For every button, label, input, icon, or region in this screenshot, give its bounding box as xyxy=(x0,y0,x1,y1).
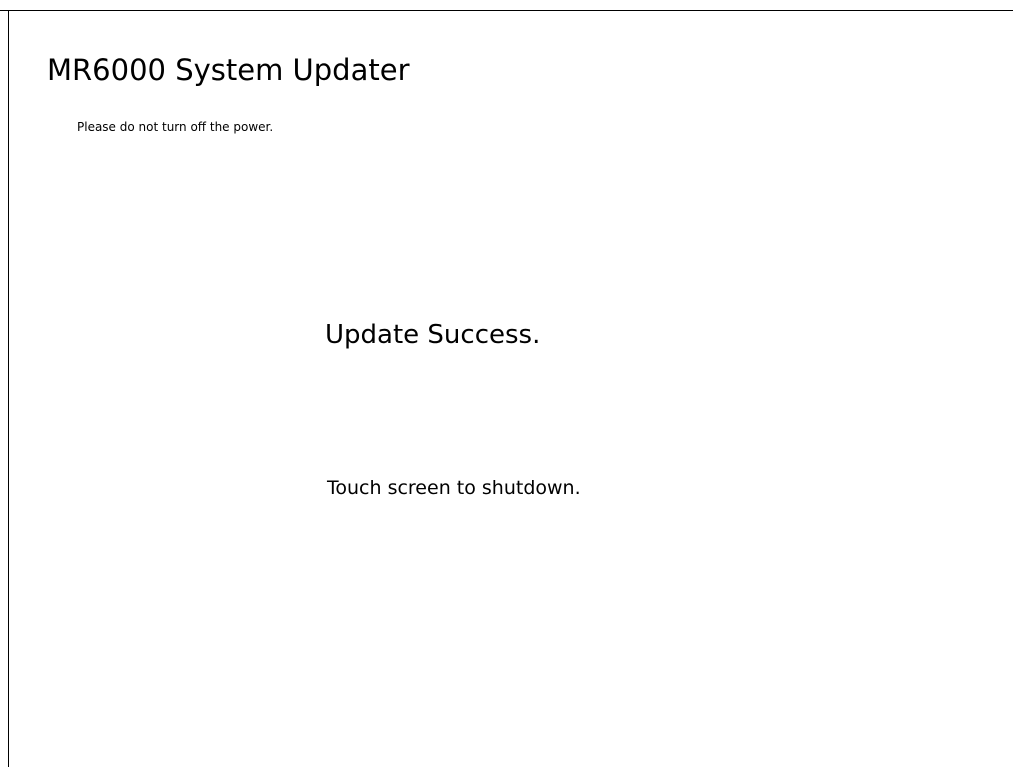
app-title: MR6000 System Updater xyxy=(47,53,410,87)
update-status-message: Update Success. xyxy=(325,320,541,350)
shutdown-instruction: Touch screen to shutdown. xyxy=(327,477,581,499)
power-warning: Please do not turn off the power. xyxy=(77,120,274,134)
updater-screen: MR6000 System Updater Please do not turn… xyxy=(9,11,1013,767)
